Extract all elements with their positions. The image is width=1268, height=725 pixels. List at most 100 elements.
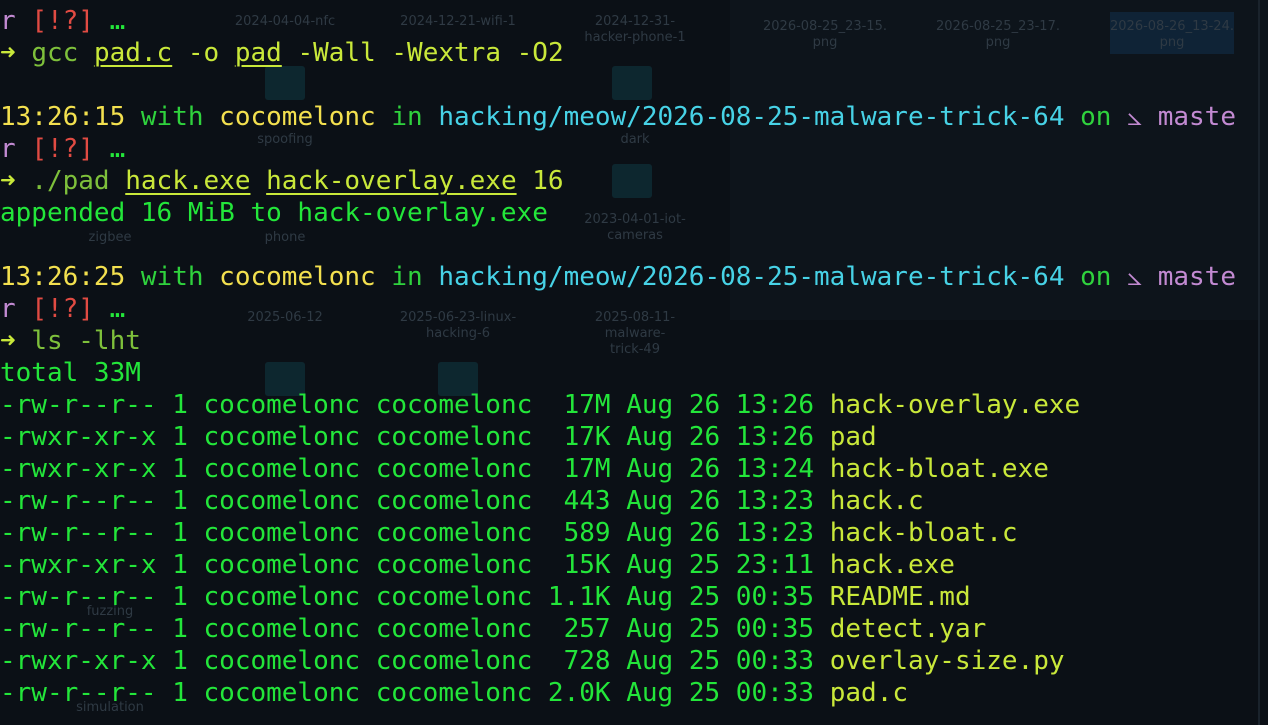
command-name: ./pad xyxy=(31,166,110,196)
link-count: 1 xyxy=(172,550,188,580)
file-permissions: -rw-r--r-- xyxy=(0,614,157,644)
file-month: Aug xyxy=(626,614,674,644)
file-group: cocomelonc xyxy=(375,646,533,676)
link-count: 1 xyxy=(172,518,188,548)
file-time: 13:26 xyxy=(735,390,815,420)
file-size: 443 xyxy=(563,486,611,516)
command-arg: -Wall xyxy=(297,38,376,68)
file-group: cocomelonc xyxy=(375,614,533,644)
file-day: 26 xyxy=(688,390,721,420)
file-month: Aug xyxy=(626,454,674,484)
file-group: cocomelonc xyxy=(375,518,533,548)
prompt-arrow-icon: ➜ xyxy=(0,166,16,196)
file-time: 00:33 xyxy=(735,678,815,708)
file-group: cocomelonc xyxy=(375,550,533,580)
link-count: 1 xyxy=(172,486,188,516)
file-name: pad xyxy=(829,422,877,452)
file-group: cocomelonc xyxy=(375,454,533,484)
file-month: Aug xyxy=(626,582,674,612)
file-owner: cocomelonc xyxy=(203,390,361,420)
prompt-wrap-line: r [!?] … xyxy=(0,293,1268,325)
prompt-timestamp: 13:26:25 xyxy=(0,262,126,292)
file-name: hack.c xyxy=(829,486,924,516)
command-arg: 16 xyxy=(532,166,564,196)
file-size: 17M xyxy=(563,454,611,484)
link-count: 1 xyxy=(172,422,188,452)
link-count: 1 xyxy=(172,678,188,708)
ls-row: -rwxr-xr-x 1 cocomelonc cocomelonc 728 A… xyxy=(0,645,1268,677)
file-time: 00:35 xyxy=(735,614,815,644)
prompt-wrap-line: r [!?] … xyxy=(0,5,1268,37)
command-arg: -lht xyxy=(78,326,141,356)
link-count: 1 xyxy=(172,454,188,484)
file-group: cocomelonc xyxy=(375,678,533,708)
file-permissions: -rw-r--r-- xyxy=(0,518,157,548)
file-permissions: -rw-r--r-- xyxy=(0,390,157,420)
ellipsis: … xyxy=(109,6,126,36)
link-count: 1 xyxy=(172,390,188,420)
ls-row: -rw-r--r-- 1 cocomelonc cocomelonc 1.1K … xyxy=(0,581,1268,613)
command-line: ➜ ./pad hack.exe hack-overlay.exe 16 xyxy=(0,165,1268,197)
file-name: overlay-size.py xyxy=(829,646,1065,676)
branch-name-wrap: r xyxy=(0,6,16,36)
file-owner: cocomelonc xyxy=(203,454,361,484)
file-permissions: -rwxr-xr-x xyxy=(0,646,157,676)
file-size: 2.0K xyxy=(547,678,611,708)
command-name: ls xyxy=(31,326,63,356)
ls-total: total 33M xyxy=(0,358,141,388)
ls-row: -rw-r--r-- 1 cocomelonc cocomelonc 17M A… xyxy=(0,389,1268,421)
prompt-arrow-icon: ➜ xyxy=(0,38,16,68)
terminal-window[interactable]: 2024-04-04-nfc 2024-12-21-wifi-1 2024-12… xyxy=(0,0,1268,725)
prompt-username: cocomelonc xyxy=(219,102,376,132)
ls-row: -rw-r--r-- 1 cocomelonc cocomelonc 589 A… xyxy=(0,517,1268,549)
file-group: cocomelonc xyxy=(375,422,533,452)
file-name: hack-bloat.exe xyxy=(829,454,1049,484)
link-count: 1 xyxy=(172,614,188,644)
file-time: 00:35 xyxy=(735,582,815,612)
file-name: hack.exe xyxy=(829,550,955,580)
file-month: Aug xyxy=(626,486,674,516)
file-time: 13:23 xyxy=(735,518,815,548)
command-arg: -Wextra xyxy=(391,38,501,68)
file-size: 589 xyxy=(563,518,611,548)
prompt-header-line: 13:26:15 with cocomelonc in hacking/meow… xyxy=(0,101,1268,133)
file-owner: cocomelonc xyxy=(203,582,361,612)
terminal-output[interactable]: r [!?] … ➜ gcc pad.c -o pad -Wall -Wextr… xyxy=(0,0,1268,709)
file-owner: cocomelonc xyxy=(203,518,361,548)
file-day: 25 xyxy=(688,678,721,708)
ls-row: -rw-r--r-- 1 cocomelonc cocomelonc 443 A… xyxy=(0,485,1268,517)
prompt-word: on xyxy=(1080,102,1112,132)
file-name: hack-bloat.c xyxy=(829,518,1018,548)
prompt-header-line: 13:26:25 with cocomelonc in hacking/meow… xyxy=(0,261,1268,293)
file-day: 25 xyxy=(688,550,721,580)
file-day: 25 xyxy=(688,582,721,612)
file-group: cocomelonc xyxy=(375,486,533,516)
file-permissions: -rw-r--r-- xyxy=(0,486,157,516)
file-owner: cocomelonc xyxy=(203,422,361,452)
ls-row: -rwxr-xr-x 1 cocomelonc cocomelonc 17K A… xyxy=(0,421,1268,453)
file-owner: cocomelonc xyxy=(203,614,361,644)
git-status-indicator: [!?] xyxy=(31,294,94,324)
file-name: README.md xyxy=(829,582,971,612)
link-count: 1 xyxy=(172,646,188,676)
ls-row: -rw-r--r-- 1 cocomelonc cocomelonc 2.0K … xyxy=(0,677,1268,709)
command-arg-file: hack.exe xyxy=(125,166,251,196)
file-group: cocomelonc xyxy=(375,582,533,612)
prompt-arrow-icon: ➜ xyxy=(0,326,16,356)
git-branch-icon: ⦣ xyxy=(1127,102,1143,132)
prompt-path: hacking/meow/2026-08-25-malware-trick-64 xyxy=(438,102,1065,132)
file-day: 26 xyxy=(688,454,721,484)
file-size: 15K xyxy=(563,550,611,580)
file-owner: cocomelonc xyxy=(203,678,361,708)
file-day: 26 xyxy=(688,518,721,548)
file-size: 257 xyxy=(563,614,611,644)
prompt-word: in xyxy=(391,102,423,132)
branch-name: maste xyxy=(1157,102,1236,132)
file-time: 00:33 xyxy=(735,646,815,676)
file-month: Aug xyxy=(626,390,674,420)
ellipsis: … xyxy=(109,134,126,164)
branch-name: maste xyxy=(1157,262,1236,292)
file-name: pad.c xyxy=(829,678,909,708)
file-time: 23:11 xyxy=(735,550,815,580)
